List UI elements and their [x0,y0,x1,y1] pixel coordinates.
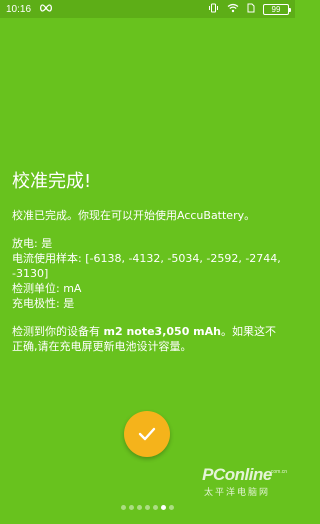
status-time: 10:16 [6,3,32,15]
infinity-icon [39,3,53,15]
current-samples-label: 电流使用样本: [12,252,82,265]
vibrate-icon [208,3,219,16]
status-bar: 10:16 99 [0,0,295,18]
status-left: 10:16 [6,4,53,15]
watermark-brand: PConline [202,465,272,484]
discharge-text: 放电: 是 [12,237,53,250]
intro-text: 校准已完成。你现在可以开始使用AccuBattery。 [12,209,256,222]
sim-icon [247,3,255,16]
check-icon [138,427,156,441]
confirm-button[interactable] [124,411,170,457]
wifi-icon [227,3,239,16]
calibration-content: 校准完成! 校准已完成。你现在可以开始使用AccuBattery。 放电: 是 … [12,170,284,354]
page-dot [129,505,134,510]
detected-capacity-text: 检测到你的设备有 m2 note3,050 mAh。如果这不正确,请在充电屏更新… [12,324,284,354]
polarity-text: 充电极性: 是 [12,297,75,310]
watermark-logo: PConline .com.cn 太平洋电脑网 [187,465,287,498]
page-dot [169,505,174,510]
detected-capacity-value: m2 note3,050 mAh [103,325,221,338]
page-dot [137,505,142,510]
page-dot [145,505,150,510]
battery-icon: 99 [263,3,291,15]
page-dot [121,505,126,510]
battery-level: 99 [271,4,281,14]
detected-prefix: 检测到你的设备有 [12,325,100,338]
page-dot [161,505,166,510]
status-right: 99 [208,3,291,16]
current-samples-text: 电流使用样本: [-6138, -4132, -5034, -2592, -27… [12,251,284,281]
watermark-subtitle: 太平洋电脑网 [203,487,270,497]
page-dot [153,505,158,510]
unit-text: 检测单位: mA [12,282,82,295]
watermark-domain: .com.cn [269,469,287,475]
page-title: 校准完成! [12,171,92,192]
page-indicator [0,505,295,510]
